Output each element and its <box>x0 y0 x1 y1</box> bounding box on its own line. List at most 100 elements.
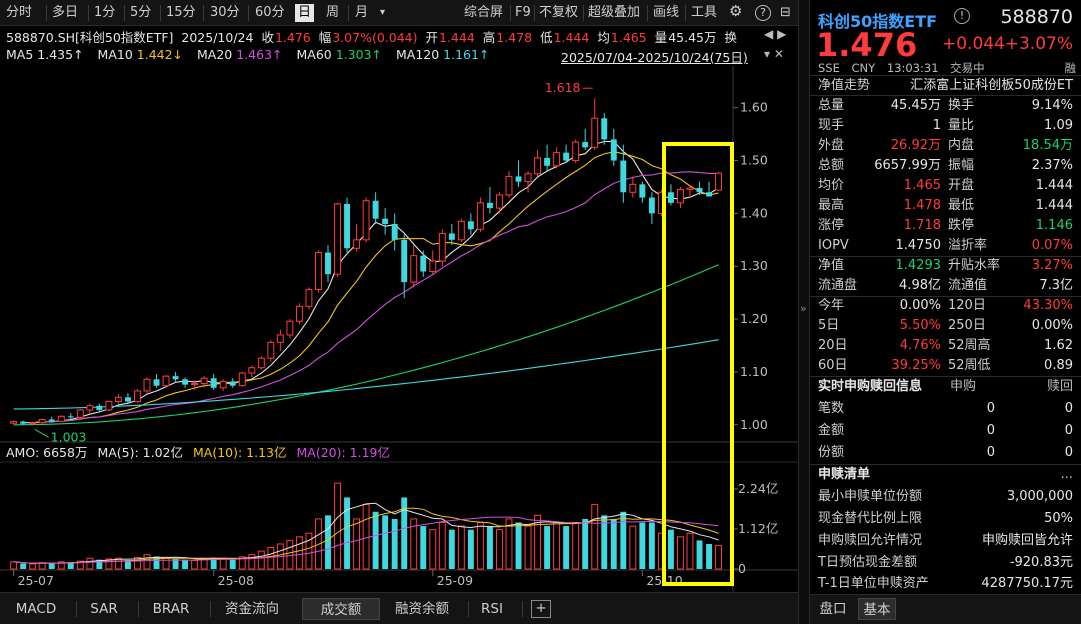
dropdown-icon[interactable]: ▾ <box>764 47 770 61</box>
tab-sar[interactable]: SAR <box>80 598 128 620</box>
tools-button[interactable]: 工具 <box>691 4 717 22</box>
volume-bar-down <box>20 563 27 569</box>
more-icon[interactable]: ... <box>1061 464 1073 486</box>
stat-label: 均价 <box>818 178 845 193</box>
open-value: 1.444 <box>439 30 475 45</box>
stat-value: 0.89 <box>1044 358 1073 373</box>
candle-body-up <box>505 175 513 196</box>
period-tab-multiday[interactable]: 多日 <box>52 4 78 22</box>
period-tab-day[interactable]: 日 <box>295 4 315 22</box>
candle-body-up <box>200 377 208 385</box>
expand-icon[interactable]: » <box>800 302 807 315</box>
quote-panel-tabs: 盘口 基本 <box>810 594 1081 624</box>
tab-rsi[interactable]: RSI <box>472 598 512 620</box>
toolbar-divider <box>46 5 47 21</box>
candle-body-up <box>86 405 94 411</box>
candle-body-up <box>629 183 637 193</box>
time-tick-label: 25-09 <box>437 573 473 588</box>
volume-bar-up <box>267 547 275 570</box>
volume-bar-up <box>476 522 484 570</box>
stats-row: 现手 1 量比 1.09 <box>810 116 1081 136</box>
period-tab-fenshi[interactable]: 分时 <box>6 4 32 22</box>
close-icon[interactable]: ✕ <box>774 47 784 61</box>
period-tab-month[interactable]: 月 <box>355 4 368 22</box>
price-tick-label: 1.40 <box>740 205 768 220</box>
overlay-button[interactable]: 超级叠加 <box>588 4 640 22</box>
stat-label: 跌停 <box>948 218 975 233</box>
tab-brar[interactable]: BRAR <box>142 598 200 620</box>
candle-body-up <box>29 422 37 425</box>
stat-value: 1.4750 <box>895 238 942 253</box>
stat-label: 52周低 <box>948 358 991 373</box>
tab-basic[interactable]: 基本 <box>858 598 896 620</box>
nav-trend-link[interactable]: 净值走势 <box>818 76 870 96</box>
stats-row: 最高 1.478 最低 1.444 <box>810 196 1081 216</box>
help-icon[interactable]: ? <box>755 5 771 21</box>
period-dropdown-icon[interactable]: ▾ <box>380 4 385 22</box>
stat-value: 3.27% <box>1031 258 1073 273</box>
stat-label: IOPV <box>818 238 849 253</box>
last-price: 1.476 <box>816 26 918 64</box>
candle-body-up <box>286 320 294 336</box>
collapse-icon[interactable]: ⊟ <box>780 4 791 22</box>
min-price-arrow <box>34 428 49 438</box>
info-icon[interactable]: ! <box>954 8 970 24</box>
toolbar-divider <box>88 5 89 21</box>
price-change-pct: +3.07% <box>1004 34 1073 54</box>
candle-body-down <box>582 142 589 148</box>
ma-row-icons: ▾ ✕ <box>764 47 784 61</box>
toolbar-divider <box>124 5 125 21</box>
tab-capital-flow[interactable]: 资金流向 <box>214 598 290 620</box>
tab-divider <box>522 601 523 617</box>
price-tick-label: 1.10 <box>740 364 768 379</box>
gear-icon[interactable]: ⚙ <box>729 2 742 20</box>
max-price-label: 1.618 <box>545 80 581 95</box>
arrow-left-icon[interactable]: ◀ <box>764 27 773 41</box>
period-tab-1min[interactable]: 1分 <box>94 4 115 22</box>
volume-bar-up <box>524 525 532 570</box>
stat-value: 1.09 <box>1044 118 1073 133</box>
adjust-button[interactable]: 不复权 <box>539 4 578 22</box>
panel-splitter[interactable]: » <box>798 0 810 624</box>
composite-screen-button[interactable]: 综合屏 <box>464 4 503 22</box>
trading-status: 交易中 <box>950 61 985 75</box>
tab-margin-balance[interactable]: 融资余额 <box>384 598 460 620</box>
tab-macd[interactable]: MACD <box>4 598 68 620</box>
stat-value: 4.76% <box>899 338 941 353</box>
period-tab-60min[interactable]: 60分 <box>255 4 285 22</box>
kline-chart[interactable]: 1.6181.003 1.601.501.401.301.201.101.00 … <box>0 66 798 592</box>
period-tab-15min[interactable]: 15分 <box>166 4 196 22</box>
tab-order-book[interactable]: 盘口 <box>814 598 852 620</box>
draw-line-button[interactable]: 画线 <box>653 4 679 22</box>
stat-value: 7.3亿 <box>1039 278 1073 293</box>
stat-value: 26.92万 <box>890 138 941 153</box>
stat-label: 净值 <box>818 258 845 273</box>
stat-label: 120日 <box>948 298 986 313</box>
stat-label: 涨停 <box>818 218 845 233</box>
candle-body-up <box>219 380 227 389</box>
candle-body-down <box>153 379 160 386</box>
candle-body-up <box>686 187 694 191</box>
amo-value: AMO: 6658万 <box>6 445 88 460</box>
candle-body-down <box>648 197 655 214</box>
ma-legend-item: MA10 1.442↓ <box>97 47 184 62</box>
arrow-right-icon[interactable]: ▶ <box>777 27 786 41</box>
period-tab-week[interactable]: 周 <box>326 4 339 22</box>
ma-lines <box>13 140 719 426</box>
period-tab-5min[interactable]: 5分 <box>130 4 151 22</box>
low-label: 低 <box>540 30 553 45</box>
volume-bar-down <box>391 518 398 569</box>
quote-info-row: 588870.SH[科创50指数ETF] 2025/10/24 收1.476 幅… <box>6 27 796 45</box>
stat-value: 1.146 <box>1035 218 1073 233</box>
f9-button[interactable]: F9 <box>515 4 531 22</box>
date-range-selector[interactable]: 2025/07/04-2025/10/24(75日) <box>561 47 748 66</box>
add-indicator-icon[interactable]: + <box>531 600 551 618</box>
stat-label: 总额 <box>818 158 845 173</box>
candle-body-up <box>496 194 503 209</box>
toolbar-divider <box>534 5 535 21</box>
period-tab-30min[interactable]: 30分 <box>210 4 240 22</box>
tab-turnover[interactable]: 成交额 <box>302 598 380 620</box>
candle-body-up <box>10 421 18 424</box>
stats-row: 均价 1.465 开盘 1.444 <box>810 176 1081 196</box>
amo-ma10: MA(10): 1.13亿 <box>192 445 287 460</box>
